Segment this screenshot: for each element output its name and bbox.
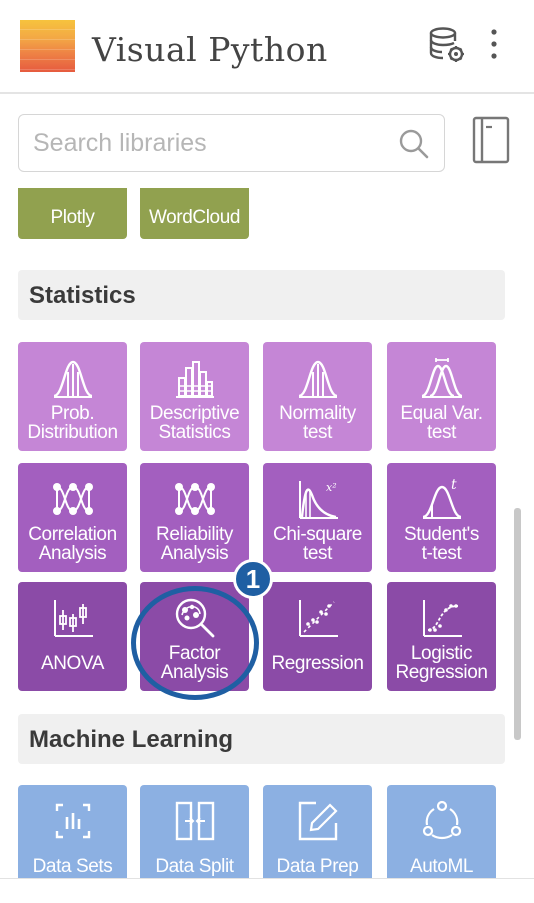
tile-logistic-regression[interactable]: Logistic Regression xyxy=(387,582,496,691)
tile-label: Chi-square test xyxy=(273,524,362,564)
tile-label: Plotly xyxy=(50,207,95,228)
highlight-circle xyxy=(131,586,259,700)
tile-label: ANOVA xyxy=(40,653,105,674)
tile-label: WordCloud xyxy=(148,207,241,228)
app-header: Visual Python xyxy=(0,0,534,92)
kebab-menu-icon[interactable] xyxy=(484,28,504,62)
svg-text:x²: x² xyxy=(326,481,337,494)
cloud-icon xyxy=(173,188,217,196)
tile-label: Data Split xyxy=(155,856,234,877)
histogram-icon xyxy=(175,361,214,398)
chart-icon xyxy=(51,188,95,196)
tile-label: Prob. Distribution xyxy=(27,403,118,443)
split-icon xyxy=(175,801,214,841)
tile-label: Data Prep xyxy=(276,856,359,877)
tile-label: Equal Var. test xyxy=(400,403,483,443)
tile-correlation-analysis[interactable]: Correlation Analysis xyxy=(18,463,127,572)
tile-label: Student's t-test xyxy=(403,524,480,564)
dataset-icon xyxy=(55,803,90,839)
scatter-line-icon xyxy=(298,600,338,637)
bottom-bar xyxy=(0,878,534,903)
app-title: Visual Python xyxy=(92,30,328,69)
tile-regression[interactable]: Regression xyxy=(263,582,372,691)
tile-label: Logistic Regression xyxy=(395,643,488,683)
tile-anova[interactable]: ANOVA xyxy=(18,582,127,691)
tile-label: Data Sets xyxy=(32,856,113,877)
cycle-icon xyxy=(422,800,461,840)
tile-data-split[interactable]: Data Split xyxy=(140,785,249,878)
tile-equal-var-test[interactable]: Equal Var. test xyxy=(387,342,496,451)
logistic-curve-icon xyxy=(422,600,462,637)
tile-wordcloud[interactable]: WordCloud xyxy=(140,188,249,239)
bell-curve-icon xyxy=(298,360,337,398)
search-icon[interactable] xyxy=(398,128,430,160)
database-gear-icon[interactable] xyxy=(428,26,466,64)
svg-text:t: t xyxy=(451,477,457,493)
network-icon xyxy=(52,483,93,515)
tile-plotly[interactable]: Plotly xyxy=(18,188,127,239)
tile-label: Regression xyxy=(271,653,364,674)
boxplot-icon xyxy=(53,600,93,637)
tile-chi-square-test[interactable]: x² Chi-square test xyxy=(263,463,372,572)
search-box[interactable] xyxy=(18,114,445,172)
tile-label: Normality test xyxy=(279,403,356,443)
library-list: Plotly WordCloud Statistics Prob. Distrib… xyxy=(0,188,534,878)
tile-reliability-analysis[interactable]: Reliability Analysis xyxy=(140,463,249,572)
search-input[interactable] xyxy=(33,127,393,159)
network-icon xyxy=(174,483,215,515)
tile-data-sets[interactable]: Data Sets xyxy=(18,785,127,878)
section-title: Statistics xyxy=(29,282,136,309)
tile-normality-test[interactable]: Normality test xyxy=(263,342,372,451)
t-distribution-icon: t xyxy=(422,477,461,519)
bell-curve-icon xyxy=(53,360,92,398)
book-icon[interactable] xyxy=(472,116,510,164)
tile-label: Reliability Analysis xyxy=(156,524,233,564)
section-header-machine-learning[interactable]: Machine Learning xyxy=(18,714,505,764)
tile-students-t-test[interactable]: t Student's t-test xyxy=(387,463,496,572)
tile-data-prep[interactable]: Data Prep xyxy=(263,785,372,878)
tile-descriptive-statistics[interactable]: Descriptive Statistics xyxy=(140,342,249,451)
step-badge: 1 xyxy=(233,559,273,599)
section-header-statistics[interactable]: Statistics xyxy=(18,270,505,320)
header-divider xyxy=(0,92,534,94)
tile-automl[interactable]: AutoML xyxy=(387,785,496,878)
tile-label: Descriptive Statistics xyxy=(149,403,240,443)
tile-label: AutoML xyxy=(409,856,474,877)
chi-square-curve-icon: x² xyxy=(298,481,338,519)
scrollbar[interactable] xyxy=(514,508,521,740)
edit-icon xyxy=(298,801,338,841)
logo-icon xyxy=(20,20,75,72)
dual-curve-icon xyxy=(421,358,462,398)
section-title: Machine Learning xyxy=(29,726,234,753)
tile-label: Correlation Analysis xyxy=(28,524,117,564)
tile-prob-distribution[interactable]: Prob. Distribution xyxy=(18,342,127,451)
